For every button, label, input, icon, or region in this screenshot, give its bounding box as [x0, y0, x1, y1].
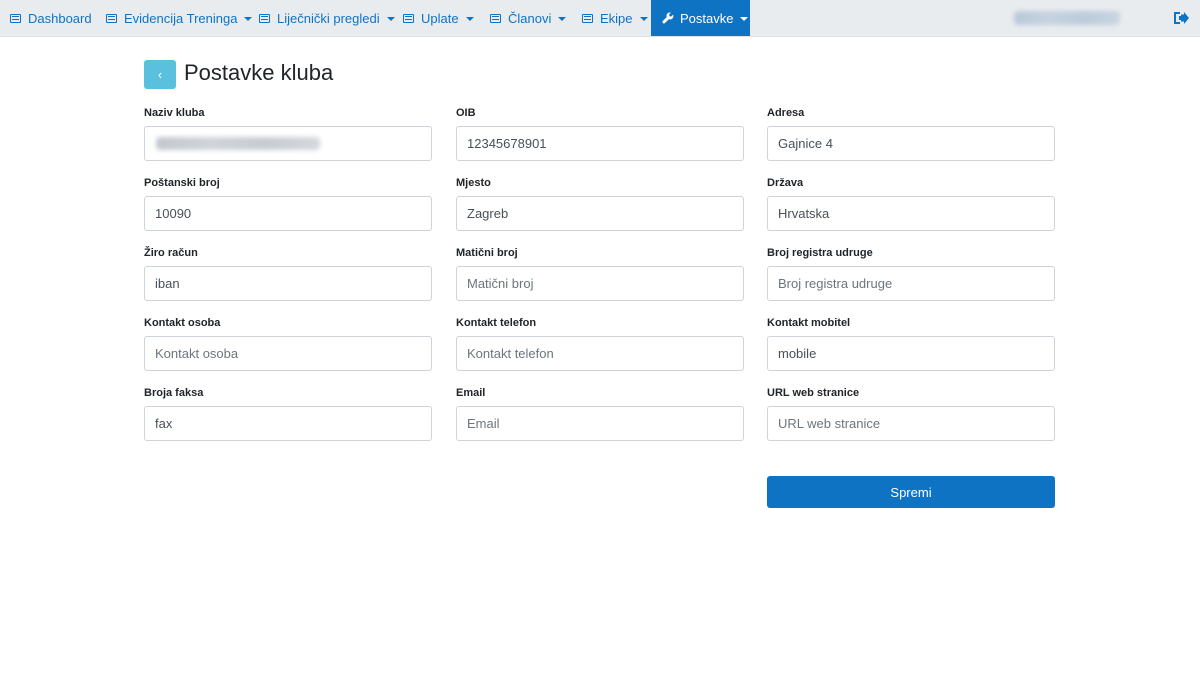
caret-down-icon	[639, 16, 648, 21]
oib-input[interactable]	[456, 126, 744, 161]
maticni-broj-group: Matični broj	[456, 246, 744, 301]
save-button[interactable]: Spremi	[767, 476, 1055, 508]
nav-dashboard-label: Dashboard	[28, 10, 92, 26]
adresa-group: Adresa	[767, 106, 1055, 161]
nav-clanovi[interactable]: Članovi	[490, 0, 567, 36]
kontakt-mobitel-group: Kontakt mobitel	[767, 316, 1055, 371]
kontakt-telefon-label: Kontakt telefon	[456, 317, 537, 329]
nav-uplate-label: Uplate	[421, 10, 459, 26]
kontakt-mobitel-label: Kontakt mobitel	[767, 317, 851, 329]
broj-registra-group: Broj registra udruge	[767, 246, 1055, 301]
drzava-input[interactable]	[767, 196, 1055, 231]
nav-ljecnicki-pregledi[interactable]: Liječnički pregledi	[259, 0, 395, 36]
postanski-broj-input[interactable]	[144, 196, 432, 231]
ziro-racun-group: Žiro račun	[144, 246, 432, 301]
nav-evidencija-treninga[interactable]: Evidencija Treninga	[106, 0, 253, 36]
table-icon	[10, 13, 21, 23]
postanski-broj-label: Poštanski broj	[144, 177, 220, 189]
maticni-broj-label: Matični broj	[456, 247, 518, 259]
caret-down-icon	[558, 16, 567, 21]
caret-down-icon	[465, 16, 474, 21]
kontakt-telefon-input[interactable]	[456, 336, 744, 371]
email-group: Email	[456, 386, 744, 441]
user-name-redacted[interactable]	[1014, 11, 1120, 25]
url-label: URL web stranice	[767, 387, 860, 399]
kontakt-osoba-group: Kontakt osoba	[144, 316, 432, 371]
broj-faksa-input[interactable]	[144, 406, 432, 441]
mjesto-input[interactable]	[456, 196, 744, 231]
nav-evidencija-treninga-label: Evidencija Treninga	[124, 10, 238, 26]
drzava-group: Država	[767, 176, 1055, 231]
email-input[interactable]	[456, 406, 744, 441]
postanski-broj-group: Poštanski broj	[144, 176, 432, 231]
mjesto-label: Mjesto	[456, 177, 491, 189]
list-icon	[259, 13, 270, 23]
broj-faksa-group: Broja faksa	[144, 386, 432, 441]
list-icon	[582, 13, 593, 23]
page-title: Postavke kluba	[184, 60, 334, 85]
url-group: URL web stranice	[767, 386, 1055, 441]
caret-down-icon	[740, 16, 749, 21]
broj-faksa-label: Broja faksa	[144, 387, 204, 399]
top-navbar: Dashboard Evidencija Treninga Liječnički…	[0, 0, 1200, 37]
broj-registra-label: Broj registra udruge	[767, 247, 873, 259]
nav-ekipe[interactable]: Ekipe	[582, 0, 648, 36]
kontakt-telefon-group: Kontakt telefon	[456, 316, 744, 371]
caret-down-icon	[244, 16, 253, 21]
nav-ekipe-label: Ekipe	[600, 10, 633, 26]
nav-dashboard[interactable]: Dashboard	[10, 0, 92, 36]
mjesto-group: Mjesto	[456, 176, 744, 231]
ziro-racun-input[interactable]	[144, 266, 432, 301]
sign-out-icon[interactable]	[1172, 10, 1190, 26]
naziv-kluba-group: Naziv kluba	[144, 106, 432, 161]
email-label: Email	[456, 387, 486, 399]
naziv-kluba-label: Naziv kluba	[144, 107, 205, 119]
back-button[interactable]: ‹	[144, 60, 176, 89]
nav-ljecnicki-pregledi-label: Liječnički pregledi	[277, 10, 380, 26]
nav-clanovi-label: Članovi	[508, 10, 552, 26]
caret-down-icon	[386, 16, 395, 21]
kontakt-mobitel-input[interactable]	[767, 336, 1055, 371]
broj-registra-input[interactable]	[767, 266, 1055, 301]
nav-uplate[interactable]: Uplate	[403, 0, 474, 36]
oib-label: OIB	[456, 107, 476, 119]
ziro-racun-label: Žiro račun	[144, 247, 198, 259]
chevron-left-icon: ‹	[157, 67, 163, 82]
list-icon	[106, 13, 117, 23]
drzava-label: Država	[767, 177, 804, 189]
wrench-icon	[662, 12, 674, 24]
nav-postavke[interactable]: Postavke	[651, 0, 750, 36]
kontakt-osoba-input[interactable]	[144, 336, 432, 371]
oib-group: OIB	[456, 106, 744, 161]
list-icon	[490, 13, 501, 23]
adresa-label: Adresa	[767, 107, 805, 119]
maticni-broj-input[interactable]	[456, 266, 744, 301]
list-icon	[403, 13, 414, 23]
nav-postavke-label: Postavke	[680, 10, 734, 26]
url-input[interactable]	[767, 406, 1055, 441]
adresa-input[interactable]	[767, 126, 1055, 161]
kontakt-osoba-label: Kontakt osoba	[144, 317, 221, 329]
naziv-kluba-input[interactable]	[144, 126, 432, 161]
